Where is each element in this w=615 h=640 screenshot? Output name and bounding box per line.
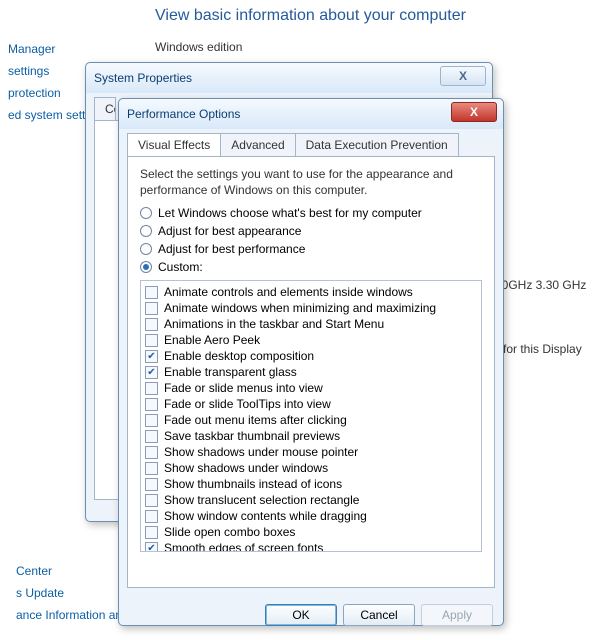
tab-advanced[interactable]: Advanced (220, 133, 295, 156)
close-icon: X (459, 69, 467, 83)
checkbox-icon (145, 542, 158, 553)
option-label: Fade or slide ToolTips into view (164, 397, 331, 411)
cpu-info: 30GHz 3.30 GHz (495, 278, 586, 292)
visual-effect-option[interactable]: Save taskbar thumbnail previews (145, 428, 477, 444)
option-label: Show shadows under mouse pointer (164, 445, 358, 459)
radio-icon (140, 261, 152, 273)
radio-option[interactable]: Let Windows choose what's best for my co… (140, 206, 482, 220)
checkbox-icon (145, 318, 158, 331)
checkbox-icon (145, 414, 158, 427)
visual-effect-option[interactable]: Show window contents while dragging (145, 508, 477, 524)
visual-effect-option[interactable]: Fade or slide menus into view (145, 380, 477, 396)
option-label: Fade or slide menus into view (164, 381, 323, 395)
checkbox-icon (145, 430, 158, 443)
titlebar[interactable]: System Properties X (86, 63, 492, 93)
option-label: Animate windows when minimizing and maxi… (164, 301, 436, 315)
close-button[interactable]: X (440, 66, 486, 86)
close-button[interactable]: X (451, 102, 497, 122)
option-label: Enable transparent glass (164, 365, 297, 379)
titlebar[interactable]: Performance Options X (119, 99, 503, 129)
checkbox-icon (145, 494, 158, 507)
option-label: Enable Aero Peek (164, 333, 260, 347)
sidebar-footer-item[interactable]: s Update (8, 582, 115, 604)
window-title: System Properties (94, 71, 192, 85)
visual-effect-option[interactable]: Enable transparent glass (145, 364, 477, 380)
sidebar-item[interactable]: Manager (0, 38, 123, 60)
radio-icon (140, 207, 152, 219)
checkbox-icon (145, 366, 158, 379)
option-label: Animate controls and elements inside win… (164, 285, 413, 299)
radio-icon (140, 243, 152, 255)
radio-label: Let Windows choose what's best for my co… (158, 206, 422, 220)
radio-option[interactable]: Adjust for best performance (140, 242, 482, 256)
radio-option[interactable]: Adjust for best appearance (140, 224, 482, 238)
checkbox-icon (145, 526, 158, 539)
sidebar-footer-item[interactable]: Center (8, 560, 115, 582)
option-label: Fade out menu items after clicking (164, 413, 347, 427)
visual-effect-option[interactable]: Show shadows under windows (145, 460, 477, 476)
radio-icon (140, 225, 152, 237)
checkbox-icon (145, 382, 158, 395)
performance-options-window: Performance Options X Visual Effects Adv… (118, 98, 504, 626)
display-info: for this Display (503, 342, 582, 356)
option-label: Animations in the taskbar and Start Menu (164, 317, 384, 331)
option-label: Show shadows under windows (164, 461, 328, 475)
visual-effect-option[interactable]: Smooth edges of screen fonts (145, 540, 477, 552)
visual-effect-option[interactable]: Enable desktop composition (145, 348, 477, 364)
ok-button[interactable]: OK (265, 604, 337, 626)
sidebar-footer-item[interactable]: ance Information and (8, 604, 115, 626)
visual-effect-option[interactable]: Slide open combo boxes (145, 524, 477, 540)
checkbox-icon (145, 350, 158, 363)
option-label: Show thumbnails instead of icons (164, 477, 342, 491)
visual-effect-option[interactable]: Animate controls and elements inside win… (145, 284, 477, 300)
checkbox-icon (145, 286, 158, 299)
panel: Select the settings you want to use for … (127, 156, 495, 588)
visual-effect-option[interactable]: Show thumbnails instead of icons (145, 476, 477, 492)
button-bar: OK Cancel Apply (119, 596, 503, 634)
option-label: Save taskbar thumbnail previews (164, 429, 340, 443)
option-label: Enable desktop composition (164, 349, 314, 363)
page-title: View basic information about your comput… (155, 7, 466, 25)
radio-option[interactable]: Custom: (140, 260, 482, 274)
option-label: Smooth edges of screen fonts (164, 541, 323, 552)
checkbox-icon (145, 478, 158, 491)
tab-visual-effects[interactable]: Visual Effects (127, 133, 221, 156)
option-label: Show translucent selection rectangle (164, 493, 359, 507)
visual-effect-option[interactable]: Animate windows when minimizing and maxi… (145, 300, 477, 316)
window-title: Performance Options (127, 107, 240, 121)
visual-effect-option[interactable]: Fade out menu items after clicking (145, 412, 477, 428)
visual-effect-option[interactable]: Animations in the taskbar and Start Menu (145, 316, 477, 332)
visual-effects-list[interactable]: Animate controls and elements inside win… (140, 280, 482, 552)
radio-label: Adjust for best performance (158, 242, 305, 256)
visual-effect-option[interactable]: Fade or slide ToolTips into view (145, 396, 477, 412)
radio-label: Adjust for best appearance (158, 224, 301, 238)
visual-effect-option[interactable]: Enable Aero Peek (145, 332, 477, 348)
checkbox-icon (145, 398, 158, 411)
tab[interactable]: Co (94, 97, 116, 120)
checkbox-icon (145, 510, 158, 523)
description: Select the settings you want to use for … (140, 167, 482, 198)
close-icon: X (470, 105, 478, 119)
checkbox-icon (145, 334, 158, 347)
cancel-button[interactable]: Cancel (343, 604, 415, 626)
tabs: Visual Effects Advanced Data Execution P… (127, 133, 495, 156)
checkbox-icon (145, 462, 158, 475)
section-label: Windows edition (155, 40, 242, 54)
checkbox-icon (145, 446, 158, 459)
checkbox-icon (145, 302, 158, 315)
apply-button: Apply (421, 604, 493, 626)
radio-label: Custom: (158, 260, 203, 274)
visual-effect-option[interactable]: Show translucent selection rectangle (145, 492, 477, 508)
option-label: Show window contents while dragging (164, 509, 367, 523)
option-label: Slide open combo boxes (164, 525, 295, 539)
tab-dep[interactable]: Data Execution Prevention (295, 133, 459, 156)
visual-effect-option[interactable]: Show shadows under mouse pointer (145, 444, 477, 460)
